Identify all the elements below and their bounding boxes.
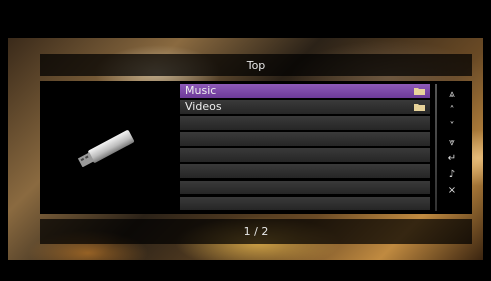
list-item-empty [180, 164, 430, 179]
list-item-empty [180, 196, 430, 211]
page-indicator: 1 / 2 [243, 225, 269, 238]
up-icon[interactable]: ˄ [442, 103, 462, 119]
list-item-empty [180, 148, 430, 162]
return-icon[interactable]: ↵ [442, 151, 462, 167]
page-up-icon[interactable]: ⩓ [442, 87, 462, 103]
down-icon[interactable]: ˅ [442, 119, 462, 135]
list-item-videos[interactable]: Videos [180, 100, 430, 114]
browser-panel: Music Videos ⩓ ˄ ˅ ⩔ ↵ ♪ × [40, 81, 472, 214]
list-item-empty [180, 180, 430, 195]
list-item-label: Videos [185, 100, 222, 114]
list-item-music[interactable]: Music [180, 84, 430, 98]
page-title: Top [246, 59, 266, 72]
header-bar: Top [40, 54, 472, 76]
usb-drive-icon [77, 130, 135, 167]
close-icon[interactable]: × [442, 183, 462, 199]
folder-icon [414, 88, 425, 95]
footer-bar: 1 / 2 [40, 219, 472, 244]
list-item-empty [180, 116, 430, 130]
list-item-empty [180, 132, 430, 146]
folder-icon [414, 104, 425, 112]
list-item-label: Music [185, 84, 217, 97]
scroll-divider [435, 84, 437, 211]
control-column: ⩓ ˄ ˅ ⩔ ↵ ♪ × [442, 87, 462, 199]
page-down-icon[interactable]: ⩔ [442, 135, 462, 151]
file-list: Music Videos [180, 84, 430, 213]
now-playing-icon[interactable]: ♪ [442, 167, 462, 183]
device-area [40, 81, 177, 214]
